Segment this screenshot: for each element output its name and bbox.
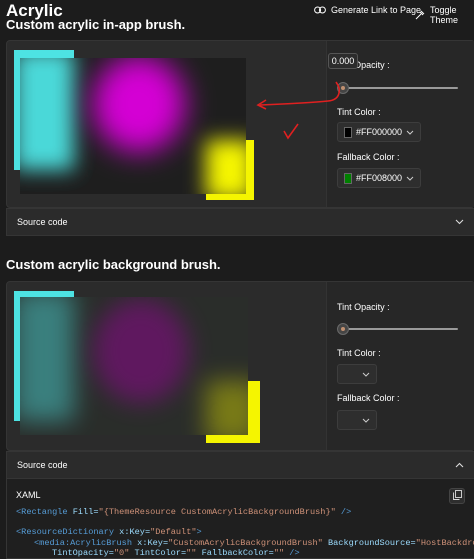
magenta-blur [93, 58, 185, 152]
tint-opacity-slider-track[interactable] [338, 328, 458, 330]
opacity-value-tooltip: 0.000 [328, 53, 358, 69]
code-line-4: TintOpacity="0" TintColor="" FallbackCol… [52, 548, 300, 559]
tint-opacity-label: Tint Opacity : [337, 302, 390, 312]
code-token: FallbackColor= [196, 548, 274, 558]
fallback-color-combobox[interactable] [337, 410, 377, 430]
code-token: "" [186, 548, 197, 558]
fallback-color-label: Fallback Color : [337, 152, 400, 162]
toggle-theme-label: Toggle Theme [430, 5, 459, 25]
copy-code-button[interactable] [449, 488, 465, 504]
tint-opacity-slider-track[interactable] [338, 87, 458, 89]
cyan-blur [20, 58, 74, 170]
code-token: TintColor= [129, 548, 187, 558]
fallback-color-swatch [344, 172, 352, 184]
code-token: <media:AcrylicBrush [34, 538, 132, 548]
yellow-edge [248, 140, 254, 200]
tint-color-value: #FF000000 [355, 127, 402, 137]
source-code-label: Source code [17, 217, 68, 227]
annotation-overlay [256, 81, 341, 140]
chevron-down-icon [406, 176, 414, 181]
annotation-checkmark [283, 123, 299, 140]
section-title-background: Custom acrylic background brush. [6, 257, 221, 272]
fallback-color-combobox[interactable]: #FF008000 [337, 168, 421, 188]
source-code-label: Source code [17, 460, 68, 470]
background-acrylic-demo [14, 291, 260, 443]
chevron-up-icon [455, 462, 464, 468]
code-token: x:Key= [114, 527, 151, 537]
theme-icon [414, 10, 425, 21]
chevron-down-icon [362, 372, 370, 377]
source-code-expander-inapp[interactable]: Source code [6, 208, 474, 236]
link-icon [314, 6, 326, 14]
code-language-label: XAML [16, 490, 41, 500]
code-token: <ResourceDictionary [16, 527, 114, 537]
code-token: "{ThemeResource CustomAcrylicBackgroundB… [98, 507, 336, 517]
code-token: Fill= [67, 507, 99, 517]
code-token: "" [273, 548, 285, 558]
code-token: <Rectangle [16, 507, 68, 517]
code-token: x:Key= [132, 538, 169, 548]
tint-color-label: Tint Color : [337, 348, 381, 358]
tint-color-combobox[interactable] [337, 364, 377, 384]
source-code-expander-background[interactable]: Source code [6, 451, 474, 479]
code-token: BackgroundSource= [322, 538, 416, 548]
annotation-arrow-line [259, 81, 341, 106]
code-token: /> [284, 548, 300, 558]
chevron-down-icon [455, 219, 464, 225]
section-title-inapp: Custom acrylic in-app brush. [6, 17, 186, 31]
cyan-blur [20, 297, 74, 421]
generate-link-button[interactable]: Generate Link to Page [314, 5, 421, 15]
generate-link-label: Generate Link to Page [331, 5, 422, 15]
magenta-blur [93, 299, 189, 403]
fallback-color-label: Fallback Color : [337, 393, 400, 403]
toggle-theme-button[interactable]: Toggle Theme [414, 5, 474, 25]
fallback-color-value: #FF008000 [355, 173, 402, 183]
code-token: "CustomAcrylicBackgroundBrush" [168, 538, 323, 548]
code-line-2: <ResourceDictionary x:Key="Default"> [16, 527, 202, 538]
code-token: "HostBackdrop" [415, 538, 474, 548]
tint-opacity-slider-thumb[interactable] [337, 323, 349, 335]
chevron-down-icon [362, 418, 370, 423]
code-token: "Default" [150, 527, 197, 537]
code-token: /> [335, 507, 352, 517]
code-token: TintOpacity= [52, 548, 114, 558]
copy-icon [452, 489, 462, 503]
code-token: > [196, 527, 202, 537]
code-line-1: <Rectangle Fill="{ThemeResource CustomAc… [16, 507, 351, 518]
code-token: "0" [113, 548, 130, 558]
chevron-down-icon [406, 130, 414, 135]
